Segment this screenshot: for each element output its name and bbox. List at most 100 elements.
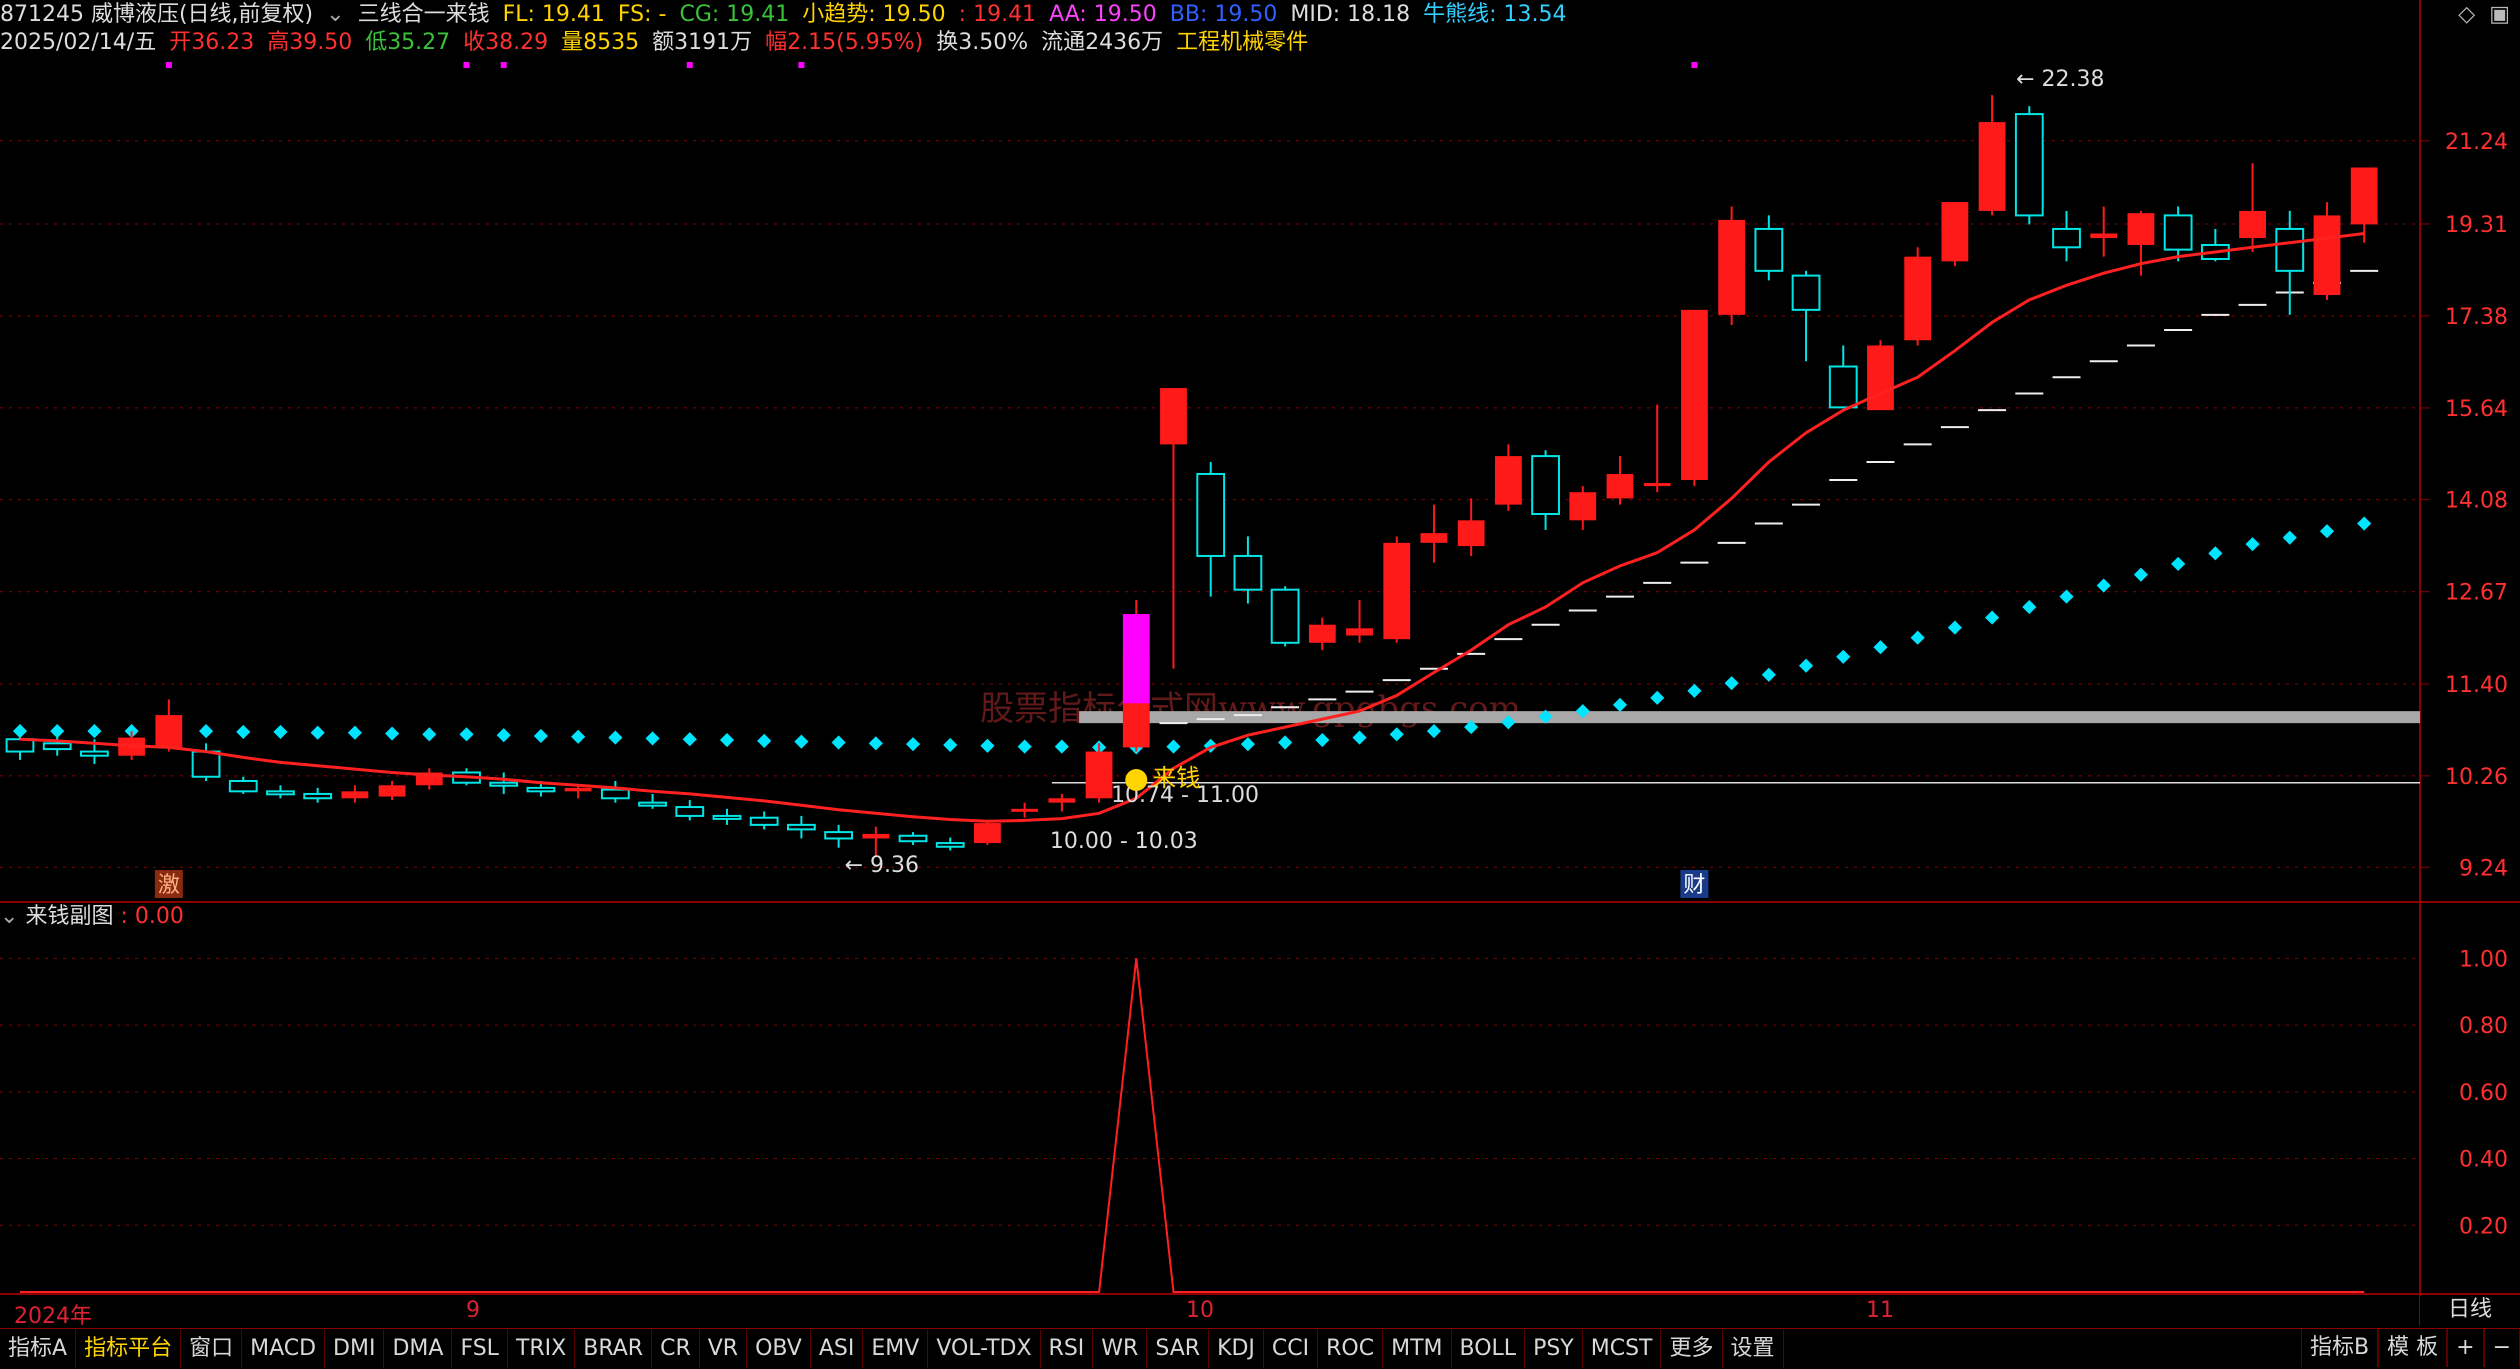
bb-value: BB: 19.50 xyxy=(1169,2,1278,27)
tab-emv[interactable]: EMV xyxy=(863,1330,929,1368)
quote-high: 高39.50 xyxy=(267,30,353,55)
candle-body xyxy=(2014,113,2044,217)
toolbar-right-1[interactable]: 模 板 xyxy=(2378,1329,2448,1367)
trend-dot xyxy=(422,727,437,742)
toolbar-right-2[interactable]: + xyxy=(2447,1329,2484,1367)
tab-asi[interactable]: ASI xyxy=(811,1330,864,1368)
signal-label: 来钱 xyxy=(1152,764,1200,792)
candle-body xyxy=(42,742,72,751)
trend-dot xyxy=(1017,739,1032,754)
candle-body xyxy=(2275,227,2305,272)
candle-body xyxy=(935,842,965,848)
candle-body xyxy=(1048,798,1076,803)
price-tick-label: 19.31 xyxy=(2445,213,2508,238)
candle-body xyxy=(712,814,742,820)
tab-psy[interactable]: PSY xyxy=(1525,1330,1583,1368)
tab-obv[interactable]: OBV xyxy=(747,1330,811,1368)
tab-fsl[interactable]: FSL xyxy=(452,1330,508,1368)
tab-sar[interactable]: SAR xyxy=(1147,1330,1210,1368)
date-axis: 2024年 9 10 11 xyxy=(0,1296,2420,1329)
tab-窗口[interactable]: 窗口 xyxy=(181,1330,243,1368)
trend-dot xyxy=(757,733,772,748)
trend-dot xyxy=(2133,567,2149,582)
tab-boll[interactable]: BOLL xyxy=(1452,1330,1526,1368)
collapse-icon[interactable]: ⌄ xyxy=(0,904,18,929)
trend-dot xyxy=(2022,599,2037,615)
subchart-title[interactable]: 来钱副图 xyxy=(25,904,113,929)
diamond-icon[interactable]: ◇ xyxy=(2458,2,2475,27)
toolbar-right-0[interactable]: 指标B xyxy=(2301,1329,2379,1367)
period-button[interactable]: 日线 xyxy=(2419,1294,2520,1326)
candle-body xyxy=(898,834,928,843)
tab-dma[interactable]: DMA xyxy=(384,1330,453,1368)
tab-kdj[interactable]: KDJ xyxy=(1209,1330,1264,1368)
trend-dot xyxy=(905,737,921,752)
candle-body xyxy=(749,816,779,826)
candle-body xyxy=(155,715,183,748)
tab-vr[interactable]: VR xyxy=(700,1330,748,1368)
candle-body xyxy=(2313,215,2341,296)
trend-dot xyxy=(1352,730,1367,745)
price-tick-label: 11.40 xyxy=(2445,673,2508,698)
quote-turnover: 换3.50% xyxy=(936,30,1029,55)
price-tick-label: 15.64 xyxy=(2445,397,2508,422)
tab-trix[interactable]: TRIX xyxy=(508,1330,576,1368)
tab-brar[interactable]: BRAR xyxy=(575,1330,653,1368)
candle-body xyxy=(1420,533,1448,543)
tab-指标a[interactable]: 指标A xyxy=(0,1330,77,1368)
sub-tick-label: 0.40 xyxy=(2459,1148,2508,1173)
tab-mcst[interactable]: MCST xyxy=(1583,1330,1662,1368)
trend-dot xyxy=(2282,530,2297,545)
tab-更多[interactable]: 更多 xyxy=(1661,1330,1723,1368)
tab-wr[interactable]: WR xyxy=(1093,1330,1148,1368)
top-right-controls: ◇ ▣ xyxy=(2458,2,2510,27)
window-icon[interactable]: ▣ xyxy=(2489,2,2510,27)
tab-指标平台[interactable]: 指标平台 xyxy=(76,1330,182,1368)
tab-mtm[interactable]: MTM xyxy=(1383,1330,1452,1368)
indicator-name[interactable]: 三线合一来钱 xyxy=(358,2,490,27)
trend-dot xyxy=(533,728,549,744)
tab-macd[interactable]: MACD xyxy=(242,1330,326,1368)
candle-body xyxy=(1196,472,1226,557)
trend-dot xyxy=(1612,697,1628,712)
trend-dot xyxy=(273,724,288,739)
sub-tick-label: 0.20 xyxy=(2459,1214,2508,1239)
candle-body xyxy=(974,823,1001,844)
tab-dmi[interactable]: DMI xyxy=(325,1330,385,1368)
candle-body xyxy=(1457,520,1485,547)
candle-body xyxy=(862,833,890,839)
toolbar-right-3[interactable]: − xyxy=(2483,1329,2520,1367)
candle-body xyxy=(675,806,705,817)
stock-code-name[interactable]: 871245 威博液压(日线,前复权) xyxy=(0,2,313,27)
price-tick-label: 12.67 xyxy=(2445,581,2508,606)
fl-value: FL: 19.41 xyxy=(502,2,605,27)
collapse-icon[interactable]: ⌄ xyxy=(326,2,344,27)
tab-cr[interactable]: CR xyxy=(652,1330,700,1368)
candle-body xyxy=(2350,167,2378,225)
ma-line xyxy=(19,232,2365,823)
date-label-nov: 11 xyxy=(1866,1298,1894,1323)
sub-tick-label: 0.60 xyxy=(2459,1081,2508,1106)
trend-dot xyxy=(571,729,586,744)
price-tick-label: 10.26 xyxy=(2445,765,2508,790)
tab-roc[interactable]: ROC xyxy=(1318,1330,1384,1368)
cg-value: CG: 19.41 xyxy=(679,2,790,27)
tab-cci[interactable]: CCI xyxy=(1264,1330,1319,1368)
tab-vol-tdx[interactable]: VOL-TDX xyxy=(928,1330,1041,1368)
kline-chart[interactable]: 21.24 19.31 17.38 15.64 14.08 12.67 11.40 10.26… xyxy=(0,0,2520,1296)
trend-dot xyxy=(2245,537,2260,552)
candle-body xyxy=(1791,274,1821,311)
quote-industry[interactable]: 工程机械零件 xyxy=(1176,30,1308,55)
trend-dot xyxy=(645,731,660,746)
tab-rsi[interactable]: RSI xyxy=(1041,1330,1094,1368)
quote-change: 幅2.15(5.95%) xyxy=(765,30,924,55)
trend-dot xyxy=(347,725,362,740)
quote-volume: 量8535 xyxy=(561,30,640,55)
trend-dot xyxy=(1985,610,2000,625)
candle-body xyxy=(1085,751,1113,799)
candle-body xyxy=(1606,473,1634,499)
candle-body xyxy=(228,780,258,793)
signal-bar xyxy=(1122,614,1150,704)
trend-dot xyxy=(236,724,251,739)
tab-设置[interactable]: 设置 xyxy=(1723,1330,1784,1368)
